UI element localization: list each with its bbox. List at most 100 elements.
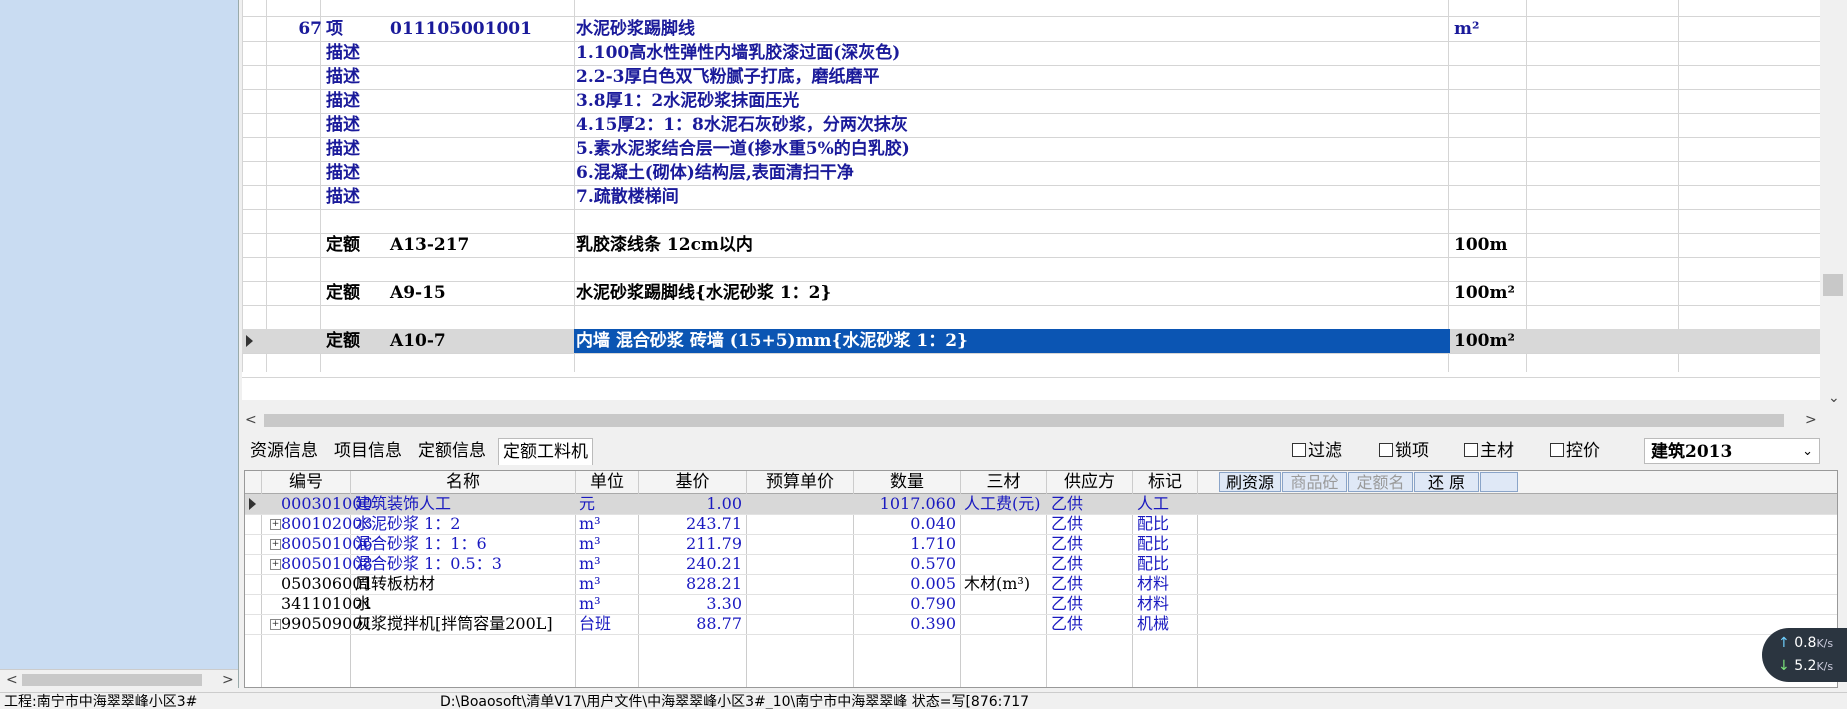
header-code[interactable]: 编号 (262, 471, 351, 493)
cell-qty[interactable]: 1.710 (854, 534, 956, 554)
quota-name-button[interactable]: 定额名 (1348, 472, 1413, 492)
table-row[interactable]: 定额 A10-7 内墙 混合砂浆 砖墙 (15+5)mm{水泥砂浆 1：2} 100m… (242, 329, 1820, 354)
bill-items-grid[interactable]: 67 项 011105001001 水泥砂浆踢脚线 m² 描述 1.100高水性弹性内墙乳胶… (242, 0, 1820, 400)
table-row[interactable]: 050306001 周转板枋材 m³ 828.21 0.005 木材(m³) 乙供 材料 (245, 574, 1837, 595)
cell-sup[interactable]: 乙供 (1051, 514, 1131, 534)
blank-button[interactable] (1480, 472, 1518, 492)
cell-type[interactable] (324, 257, 326, 281)
expand-icon[interactable]: + (270, 519, 281, 530)
cell-unit[interactable]: 100m (1452, 233, 1507, 257)
cell-code[interactable] (388, 65, 390, 89)
cell-type[interactable]: 描述 (324, 161, 360, 185)
table-row[interactable]: 描述 6.混凝土(砌体)结构层,表面清扫干净 (242, 161, 1820, 186)
cell-num[interactable] (272, 305, 322, 329)
cell-budget[interactable] (747, 514, 849, 534)
cell-unit[interactable] (1452, 353, 1454, 377)
table-row[interactable] (242, 0, 1820, 17)
cell-type[interactable]: 定额 (324, 281, 360, 305)
cell-mat[interactable] (964, 594, 1048, 614)
header-unit[interactable]: 单位 (576, 471, 639, 493)
cell-unit[interactable]: 100m² (1452, 281, 1515, 305)
cell-num[interactable] (272, 233, 322, 257)
scroll-left-icon[interactable]: < (245, 410, 257, 430)
table-row[interactable]: 描述 1.100高水性弹性内墙乳胶漆过面(深灰色) (242, 41, 1820, 66)
table-row[interactable] (242, 305, 1820, 330)
cell-name[interactable] (574, 209, 576, 233)
cell-sup[interactable]: 乙供 (1051, 534, 1131, 554)
cell-type[interactable]: 描述 (324, 113, 360, 137)
cell-num[interactable] (272, 281, 322, 305)
cell-sup[interactable]: 乙供 (1051, 494, 1131, 514)
cell-num[interactable] (272, 89, 322, 113)
header-budget-price[interactable]: 预算单价 (747, 471, 854, 493)
cell-num[interactable] (272, 65, 322, 89)
cell-name[interactable]: 内墙 混合砂浆 砖墙 (15+5)mm{水泥砂浆 1：2} (574, 329, 1450, 353)
cell-unit[interactable]: 100m² (1452, 329, 1515, 353)
cell-type[interactable]: 描述 (324, 185, 360, 209)
cell-budget[interactable] (747, 614, 849, 634)
cell-name[interactable]: 周转板枋材 (355, 574, 575, 594)
cell-code[interactable]: 800501008 (281, 554, 373, 574)
cell-name[interactable]: 5.素水泥浆结合层一道(掺水重5%的白乳胶) (574, 137, 910, 161)
filter-checkbox[interactable]: 过滤 (1292, 438, 1342, 464)
cell-num[interactable] (272, 329, 322, 353)
cell-name[interactable]: 1.100高水性弹性内墙乳胶漆过面(深灰色) (574, 41, 900, 65)
cell-code[interactable]: 011105001001 (388, 17, 532, 41)
expand-icon[interactable]: + (270, 559, 281, 570)
cell-type[interactable]: 描述 (324, 41, 360, 65)
cell-sup[interactable]: 乙供 (1051, 614, 1131, 634)
lock-item-checkbox[interactable]: 锁项 (1379, 438, 1429, 464)
cell-num[interactable] (272, 209, 322, 233)
cell-unit[interactable]: 元 (579, 494, 637, 514)
cell-name[interactable] (574, 353, 576, 377)
table-row[interactable]: 67 项 011105001001 水泥砂浆踢脚线 m² (242, 17, 1820, 42)
header-quantity[interactable]: 数量 (854, 471, 961, 493)
cell-name[interactable]: 建筑装饰人工 (355, 494, 575, 514)
cell-num[interactable]: 67 (272, 17, 322, 41)
cell-base[interactable]: 3.30 (639, 594, 742, 614)
cell-mat[interactable] (964, 534, 1048, 554)
restore-button[interactable]: 还 原 (1414, 472, 1479, 492)
cell-name[interactable] (574, 257, 576, 281)
table-row[interactable]: +800102003 水泥砂浆 1：2 m³ 243.71 0.040 乙供 配比 (245, 514, 1837, 535)
cell-unit[interactable]: m³ (579, 514, 637, 534)
cell-mat[interactable] (964, 614, 1048, 634)
cell-mat[interactable]: 木材(m³) (964, 574, 1048, 594)
table-row[interactable]: 定额 A9-15 水泥砂浆踢脚线{水泥砂浆 1：2} 100m² (242, 281, 1820, 306)
tab-quota-labor[interactable]: 定额工料机 (498, 438, 593, 465)
cell-type[interactable] (324, 209, 326, 233)
cell-mark[interactable]: 人工 (1137, 494, 1197, 514)
cell-sup[interactable]: 乙供 (1051, 574, 1131, 594)
cell-unit[interactable] (1452, 161, 1454, 185)
cell-name[interactable]: 水泥砂浆踢脚线{水泥砂浆 1：2} (574, 281, 831, 305)
cell-name[interactable]: 灰浆搅拌机[拌筒容量200L] (355, 614, 575, 634)
cell-mark[interactable]: 机械 (1137, 614, 1197, 634)
table-row[interactable] (242, 209, 1820, 234)
cell-num[interactable] (272, 41, 322, 65)
cell-mat[interactable] (964, 514, 1048, 534)
left-tree-panel[interactable] (0, 0, 239, 688)
cell-mark[interactable]: 材料 (1137, 594, 1197, 614)
table-row[interactable] (242, 257, 1820, 282)
grid-horizontal-scrollbar[interactable]: < > (242, 410, 1820, 430)
table-row[interactable]: 000301000 建筑装饰人工元 1.00 1017.060 人工费(元) 乙供 人工 (245, 494, 1837, 515)
cell-num[interactable] (272, 353, 322, 377)
cell-qty[interactable]: 0.390 (854, 614, 956, 634)
cell-budget[interactable] (747, 534, 849, 554)
cell-base[interactable]: 1.00 (639, 494, 742, 514)
refresh-resource-button[interactable]: 刷资源 (1219, 472, 1281, 492)
cell-type[interactable] (324, 305, 326, 329)
cell-unit[interactable] (1452, 305, 1454, 329)
cell-code[interactable]: 341101001 (281, 594, 373, 614)
cell-unit[interactable] (1452, 209, 1454, 233)
cell-unit[interactable]: m³ (579, 554, 637, 574)
header-supplier[interactable]: 供应方 (1047, 471, 1133, 493)
cell-code[interactable] (388, 113, 390, 137)
table-row[interactable]: +990509001 灰浆搅拌机[拌筒容量200L] 台班 88.77 0.390 乙供机… (245, 614, 1837, 635)
scroll-thumb[interactable] (1823, 274, 1843, 296)
cell-type[interactable]: 描述 (324, 137, 360, 161)
cell-name[interactable]: 混合砂浆 1：1：6 (355, 534, 575, 554)
cell-code[interactable]: A13-217 (388, 233, 469, 257)
cell-num[interactable] (272, 113, 322, 137)
cell-base[interactable]: 243.71 (639, 514, 742, 534)
